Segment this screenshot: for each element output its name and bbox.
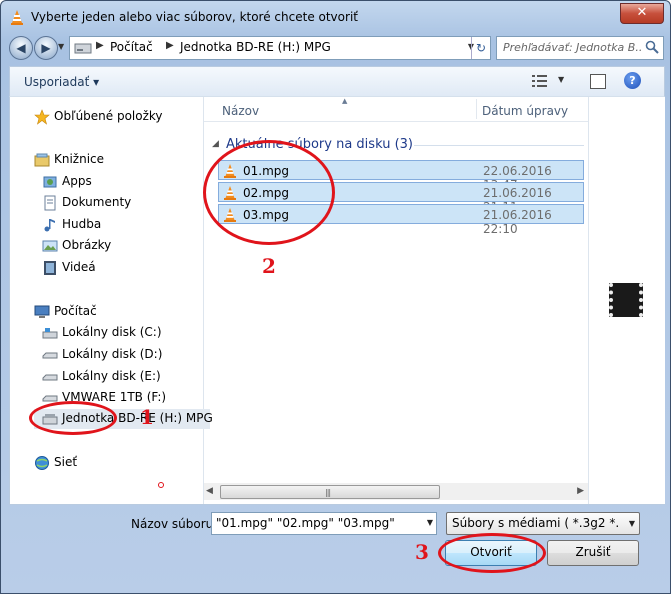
breadcrumb-separator-icon: ▶ — [166, 40, 174, 51]
search-box[interactable]: Prehľadávať: Jednotka B... — [496, 36, 664, 60]
sidebar-item-label: Knižnice — [54, 152, 105, 166]
navigation-row: ◀ ▶ ▼ ▶ Počítač ▶ Jednotka BD-RE (H:) MP… — [9, 36, 664, 60]
sort-chevron-up-icon: ▲ — [342, 97, 348, 105]
refresh-button[interactable]: ↻ — [471, 37, 490, 59]
preview-pane-toggle-icon[interactable] — [590, 74, 606, 89]
dialog-title: Vyberte jeden alebo viac súborov, ktoré … — [31, 10, 358, 24]
sidebar-item-label: Obľúbené položky — [54, 109, 163, 123]
computer-icon — [34, 305, 50, 318]
forward-button[interactable]: ▶ — [34, 36, 58, 60]
organize-menu[interactable]: Usporiadať ▾ — [24, 75, 99, 89]
sidebar-item-label: Apps — [62, 174, 92, 188]
column-header-row: ▲ Názov Dátum úpravy — [204, 97, 588, 122]
pictures-icon — [42, 240, 58, 252]
filename-label: Názov súboru: — [131, 517, 218, 531]
annotation-number-1: 1 — [140, 405, 154, 429]
system-drive-icon — [42, 328, 58, 339]
annotation-dot — [158, 482, 164, 488]
recent-pages-chevron-down-icon[interactable]: ▼ — [58, 42, 64, 51]
title-bar: Vyberte jeden alebo viac súborov, ktoré … — [1, 1, 670, 33]
annotation-number-2: 2 — [262, 254, 276, 278]
video-thumbnail — [609, 283, 643, 317]
sidebar-item-label: Lokálny disk (D:) — [62, 347, 163, 361]
horizontal-scrollbar[interactable]: ◀ ||| ▶ — [204, 483, 588, 500]
back-arrow-icon: ◀ — [16, 41, 26, 55]
group-collapse-icon[interactable]: ◢ — [212, 139, 219, 149]
refresh-icon: ↻ — [475, 41, 487, 55]
close-button[interactable]: ✕ — [620, 3, 664, 24]
cancel-button[interactable]: Zrušiť — [547, 540, 639, 566]
libraries-icon — [34, 153, 50, 167]
hard-drive-icon — [42, 374, 58, 381]
dialog-footer: Názov súboru: "01.mpg" "02.mpg" "03.mpg"… — [9, 504, 663, 590]
column-header-name[interactable]: Názov — [222, 104, 259, 118]
breadcrumb-drive[interactable]: Jednotka BD-RE (H:) MPG — [180, 40, 331, 54]
annotation-ellipse-1 — [29, 401, 117, 435]
network-icon — [35, 456, 49, 470]
sidebar-item-label: Dokumenty — [62, 195, 132, 209]
sidebar-item-label: Videá — [62, 260, 96, 274]
column-divider[interactable] — [476, 99, 477, 119]
breadcrumb-separator-icon: ▶ — [96, 40, 104, 51]
scroll-left-icon[interactable]: ◀ — [206, 486, 213, 496]
close-icon: ✕ — [636, 5, 648, 20]
filetype-value: Súbory s médiami ( *.3g2 *.3gp * — [452, 516, 620, 530]
filetype-chevron-down-icon: ▼ — [628, 519, 635, 528]
vlc-cone-icon — [11, 10, 23, 25]
sidebar-item-label: Lokálny disk (E:) — [62, 369, 161, 383]
videos-icon — [44, 261, 56, 275]
view-options-icon[interactable] — [532, 74, 548, 88]
music-icon — [44, 219, 55, 232]
filename-chevron-down-icon[interactable]: ▼ — [427, 518, 433, 527]
column-header-date[interactable]: Dátum úpravy — [482, 104, 568, 118]
annotation-ellipse-3 — [438, 533, 546, 573]
content-area: Obľúbené položky Knižnice Apps Dokumenty… — [9, 96, 665, 505]
star-icon — [34, 109, 50, 125]
command-toolbar: Usporiadať ▾ ▼ ? — [9, 66, 665, 97]
hard-drive-icon — [42, 352, 58, 359]
scrollbar-thumb[interactable]: ||| — [220, 485, 440, 499]
search-icon[interactable] — [645, 40, 659, 54]
breadcrumb-computer[interactable]: Počítač — [110, 40, 153, 54]
sidebar-item-label: Hudba — [62, 217, 102, 231]
view-chevron-down-icon[interactable]: ▼ — [558, 75, 564, 84]
navigation-pane: Obľúbené položky Knižnice Apps Dokumenty… — [10, 97, 213, 504]
forward-arrow-icon: ▶ — [41, 41, 51, 55]
annotation-number-3: 3 — [415, 540, 429, 564]
filetype-select[interactable]: Súbory s médiami ( *.3g2 *.3gp * ▼ — [446, 512, 640, 535]
scroll-right-icon[interactable]: ▶ — [577, 486, 584, 496]
preview-pane — [588, 97, 665, 504]
help-icon: ? — [629, 74, 636, 87]
filename-input[interactable]: "01.mpg" "02.mpg" "03.mpg" ▼ — [211, 512, 437, 535]
drive-icon — [74, 43, 92, 54]
group-divider — [414, 145, 584, 146]
file-open-dialog: Vyberte jeden alebo viac súborov, ktoré … — [0, 0, 671, 594]
sidebar-item-label: Lokálny disk (C:) — [62, 325, 162, 339]
sidebar-item-label: Sieť — [54, 455, 78, 469]
help-button[interactable]: ? — [624, 72, 641, 89]
documents-icon — [44, 195, 56, 211]
grip-icon: ||| — [325, 488, 331, 497]
filename-value: "01.mpg" "02.mpg" "03.mpg" — [216, 516, 395, 530]
sidebar-item-label: Obrázky — [62, 238, 112, 252]
back-button[interactable]: ◀ — [9, 36, 33, 60]
sidebar-item-label: Počítač — [54, 304, 97, 318]
apps-library-icon — [43, 176, 57, 188]
annotation-ellipse-2 — [203, 140, 335, 245]
search-placeholder: Prehľadávať: Jednotka B... — [503, 41, 643, 54]
file-date: 21.06.2016 22:10 — [483, 208, 552, 236]
address-bar[interactable]: ▶ Počítač ▶ Jednotka BD-RE (H:) MPG ▼ ↻ — [69, 36, 491, 60]
